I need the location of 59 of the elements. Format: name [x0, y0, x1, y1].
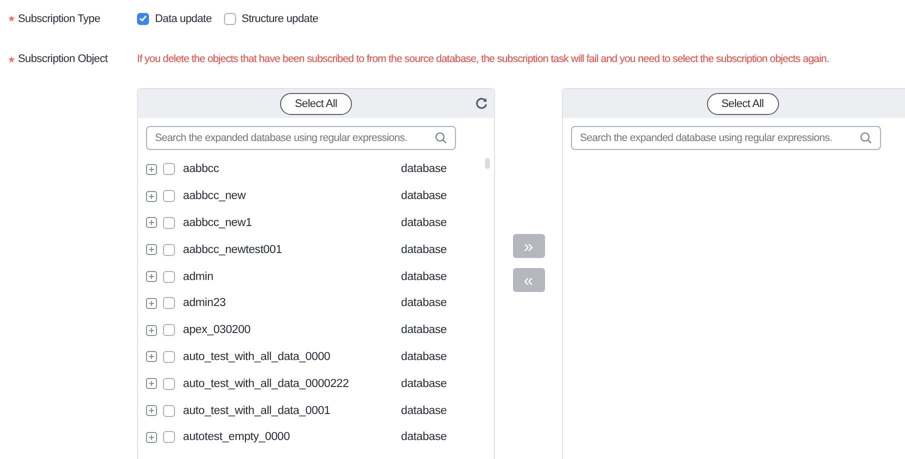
- search-icon: [860, 132, 872, 144]
- database-name: autotest_empty_0000: [183, 431, 291, 444]
- expand-icon[interactable]: [146, 244, 157, 256]
- object-type: database: [401, 216, 447, 229]
- expand-icon[interactable]: [146, 164, 157, 175]
- object-type: database: [401, 350, 447, 363]
- checkbox-label: Structure update: [242, 12, 318, 24]
- database-name: apex_030200: [183, 324, 252, 336]
- object-type: database: [401, 163, 447, 176]
- database-name: aabbcc_new1: [183, 216, 253, 229]
- database-name: admin23: [183, 297, 227, 310]
- select-all-button[interactable]: Select All: [706, 92, 778, 114]
- checkbox[interactable]: [163, 270, 175, 283]
- checkbox[interactable]: [163, 324, 175, 336]
- object-type: database: [401, 404, 447, 417]
- object-type: database: [401, 378, 447, 390]
- expand-icon[interactable]: [146, 298, 157, 309]
- refresh-icon[interactable]: [475, 97, 488, 110]
- search-icon: [435, 132, 447, 144]
- object-type: database: [401, 431, 447, 444]
- checkbox[interactable]: [163, 297, 175, 310]
- expand-icon[interactable]: [146, 432, 157, 443]
- object-type: database: [401, 244, 447, 256]
- checkbox[interactable]: [224, 12, 236, 24]
- expand-icon[interactable]: [146, 405, 157, 416]
- checkbox[interactable]: [163, 431, 175, 444]
- object-type: database: [401, 190, 447, 202]
- database-name: auto_test_with_all_data_0000222: [183, 378, 350, 390]
- scrollbar-thumb[interactable]: [485, 158, 490, 169]
- database-name: aabbcc: [183, 163, 220, 176]
- search-field[interactable]: Search the expanded database using regular expressions.: [146, 126, 456, 150]
- object-type: database: [401, 297, 447, 310]
- expand-icon[interactable]: [146, 378, 157, 390]
- database-name: auto_test_with_all_data_0001: [183, 404, 332, 417]
- checkbox[interactable]: [163, 190, 175, 202]
- checkbox-label: Data update: [155, 12, 212, 24]
- database-name: aabbcc_newtest001: [183, 244, 283, 256]
- checkbox[interactable]: [163, 216, 175, 229]
- checkbox[interactable]: [163, 404, 175, 417]
- expand-icon[interactable]: [146, 217, 157, 228]
- checkbox[interactable]: [137, 12, 149, 24]
- checkbox[interactable]: [163, 244, 175, 256]
- expand-icon[interactable]: [146, 271, 157, 282]
- expand-icon[interactable]: [146, 190, 157, 202]
- database-name: auto_test_with_all_data_0000: [183, 350, 332, 363]
- object-type: database: [401, 324, 447, 336]
- expand-icon[interactable]: [146, 351, 157, 362]
- expand-icon[interactable]: [146, 324, 157, 336]
- warning-text: If you delete the objects that have been subscribed to from the source database, the subscription task will fail and you need to select the subscription objects again.: [137, 53, 829, 65]
- object-type: database: [401, 270, 447, 283]
- field-label: Subscription Type: [18, 12, 100, 24]
- database-name: aabbcc_new: [183, 190, 247, 202]
- checkbox[interactable]: [163, 378, 175, 390]
- select-all-button[interactable]: Select All: [280, 92, 352, 114]
- field-label: Subscription Object: [18, 53, 108, 65]
- checkbox[interactable]: [163, 350, 175, 363]
- database-name: admin: [183, 270, 214, 283]
- search-field[interactable]: Search the expanded database using regular expressions.: [571, 126, 881, 150]
- checkbox[interactable]: [163, 163, 175, 176]
